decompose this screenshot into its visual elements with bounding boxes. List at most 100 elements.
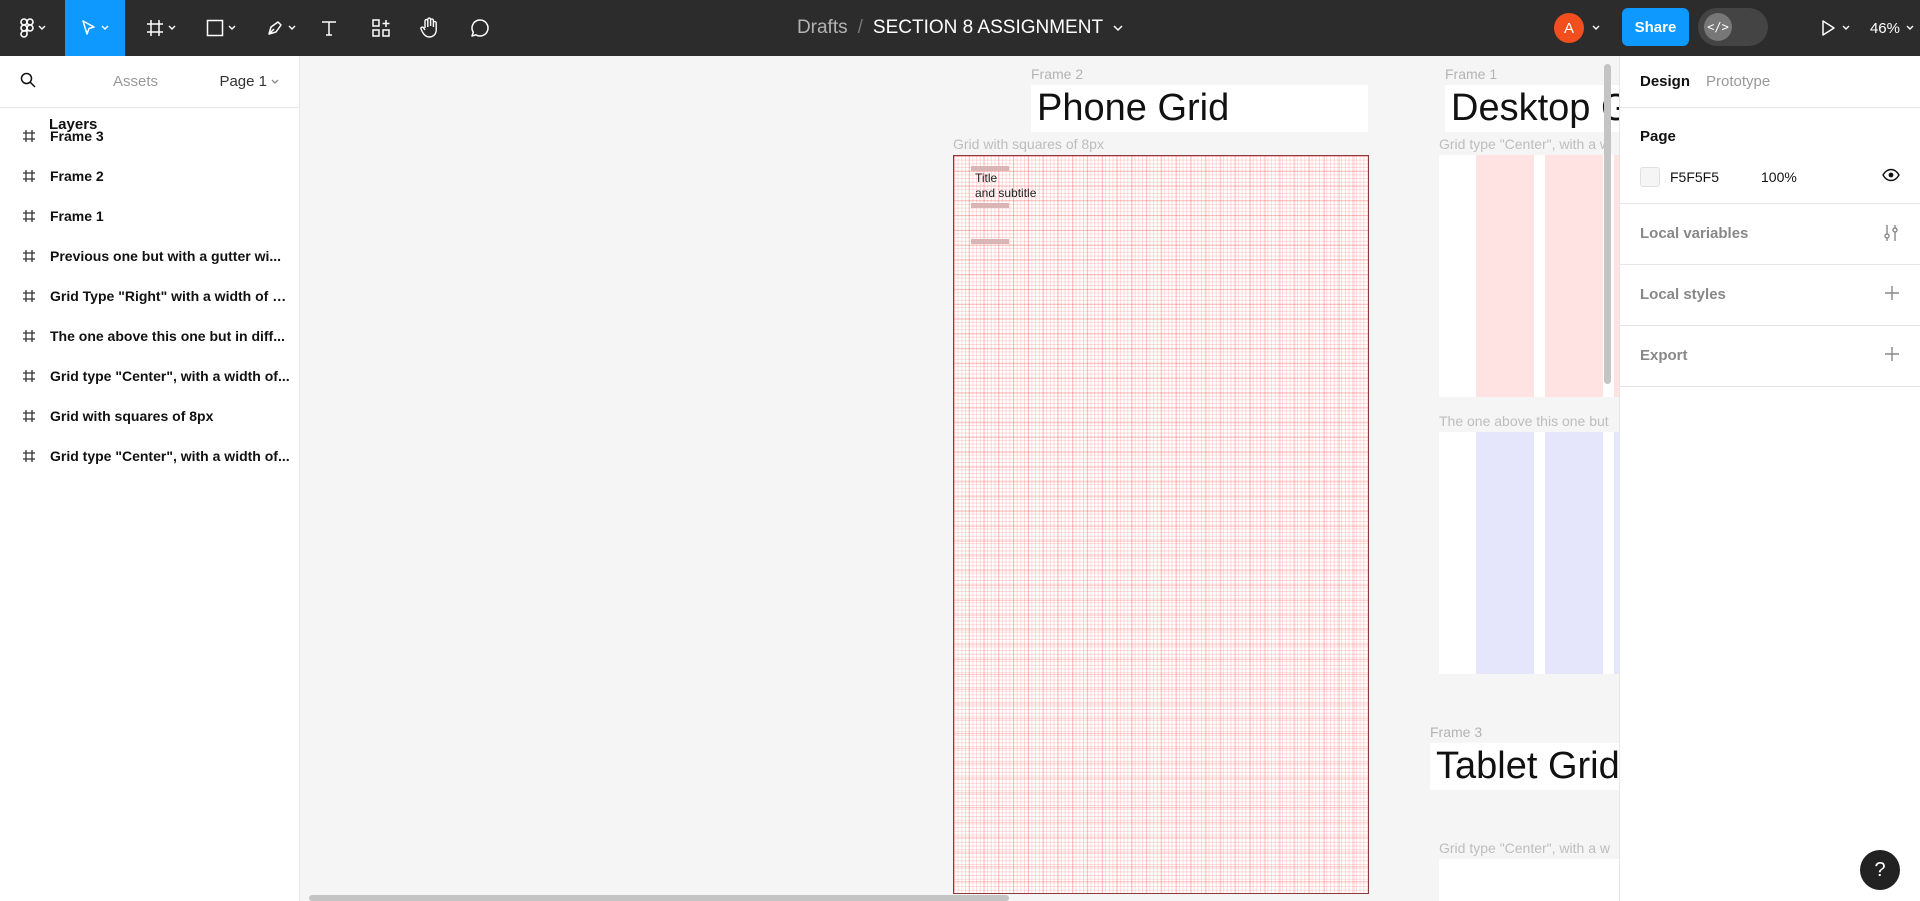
frame3-label[interactable]: Frame 3 — [1430, 724, 1482, 740]
layer-item[interactable]: Previous one but with a gutter wi... — [0, 236, 300, 276]
shape-tool-button[interactable] — [198, 0, 244, 56]
layer-item[interactable]: Frame 2 — [0, 156, 300, 196]
code-icon: </> — [1704, 13, 1732, 41]
resources-tool-button[interactable] — [366, 0, 396, 56]
text-tool-button[interactable] — [314, 0, 344, 56]
tablet-center-caption: Grid type "Center", with a w — [1439, 840, 1611, 856]
file-name[interactable]: SECTION 8 ASSIGNMENT — [873, 17, 1103, 39]
main-menu-button[interactable] — [10, 0, 56, 56]
help-button[interactable]: ? — [1860, 850, 1900, 890]
desktop-variant-grid-frame[interactable] — [1439, 432, 1619, 674]
frame-tool-button[interactable] — [138, 0, 184, 56]
desktop-variant-caption: The one above this one but — [1439, 413, 1609, 429]
grid-column — [1545, 155, 1603, 397]
page-selector[interactable]: Page 1 — [219, 73, 279, 90]
frame-hash-icon — [23, 410, 35, 422]
grid-column — [1476, 155, 1534, 397]
layer-item[interactable]: Grid Type "Right" with a width of 1... — [0, 276, 300, 316]
page-selector-label: Page 1 — [219, 73, 267, 90]
page-section: Page F5F5F5 100% — [1620, 108, 1920, 204]
layer-label: Previous one but with a gutter wi... — [50, 248, 282, 264]
tab-design[interactable]: Design — [1640, 73, 1690, 90]
eye-icon[interactable] — [1882, 168, 1900, 182]
right-panel-tabs: Design Prototype — [1620, 56, 1920, 108]
layer-item[interactable]: Grid type "Center", with a width of... — [0, 436, 300, 476]
tab-prototype[interactable]: Prototype — [1706, 73, 1770, 90]
share-button[interactable]: Share — [1622, 8, 1689, 46]
layers-panel: Layers Assets Page 1 Frame 3 Frame 2 Fra… — [0, 56, 300, 901]
comment-icon — [471, 19, 489, 37]
play-icon[interactable] — [1820, 19, 1836, 37]
phone-grid-frame[interactable]: Title and subtitle — [953, 155, 1369, 894]
frame-hash-icon — [23, 330, 35, 342]
move-tool-button[interactable] — [65, 0, 125, 56]
grid-column — [1545, 432, 1603, 674]
text-icon — [322, 21, 336, 36]
chevron-down-icon — [1842, 25, 1850, 30]
frame-hash-icon — [23, 130, 35, 142]
local-variables-section[interactable]: Local variables — [1620, 204, 1920, 265]
chevron-down-icon — [271, 79, 279, 84]
tablet-grid-frame[interactable] — [1439, 859, 1619, 901]
cursor-icon — [82, 20, 95, 35]
frame2-label[interactable]: Frame 2 — [1031, 66, 1083, 82]
layer-item[interactable]: Grid with squares of 8px — [0, 396, 300, 436]
frame-hash-icon — [147, 20, 163, 36]
frame1-label[interactable]: Frame 1 — [1445, 66, 1497, 82]
frame2-title[interactable]: Phone Grid — [1031, 85, 1368, 132]
layer-label: Frame 2 — [50, 168, 104, 184]
export-label: Export — [1640, 347, 1688, 364]
breadcrumb-separator: / — [857, 17, 863, 38]
chevron-down-icon[interactable] — [1113, 24, 1123, 32]
chevron-down-icon — [1906, 25, 1914, 30]
layer-item[interactable]: Frame 1 — [0, 196, 300, 236]
local-styles-section[interactable]: Local styles — [1620, 265, 1920, 326]
vertical-scrollbar[interactable] — [1604, 64, 1611, 384]
plus-icon[interactable] — [1884, 285, 1900, 301]
desktop-center-grid-frame[interactable] — [1439, 155, 1619, 397]
layer-label: The one above this one but in diff... — [50, 328, 285, 344]
local-styles-label: Local styles — [1640, 286, 1726, 303]
placeholder-bar — [971, 203, 1009, 208]
chevron-down-icon — [168, 25, 176, 30]
design-canvas[interactable]: Frame 2 Phone Grid Grid with squares of … — [301, 56, 1619, 901]
variables-adjust-icon[interactable] — [1882, 224, 1900, 242]
frame3-title[interactable]: Tablet Grid — [1430, 743, 1619, 790]
zoom-level: 46% — [1869, 19, 1900, 37]
layer-label: Grid type "Center", with a width of... — [50, 448, 290, 464]
horizontal-scrollbar[interactable] — [309, 895, 1009, 901]
plus-icon[interactable] — [1884, 346, 1900, 362]
comment-tool-button[interactable] — [465, 0, 495, 56]
properties-panel: Design Prototype Page F5F5F5 100% Local … — [1619, 56, 1920, 901]
rectangle-icon — [206, 19, 224, 37]
page-color-opacity[interactable]: 100% — [1761, 169, 1797, 185]
hand-icon — [420, 17, 437, 38]
toolbar: Drafts / SECTION 8 ASSIGNMENT A Share </… — [0, 0, 1920, 56]
breadcrumb-drafts-link[interactable]: Drafts — [797, 17, 848, 39]
page-color-hex[interactable]: F5F5F5 — [1670, 169, 1719, 185]
tab-assets[interactable]: Assets — [113, 73, 158, 90]
page-color-swatch[interactable] — [1640, 167, 1660, 187]
frame1-title[interactable]: Desktop G — [1445, 85, 1619, 132]
dev-mode-toggle[interactable]: </> — [1698, 8, 1768, 46]
frame-hash-icon — [23, 250, 35, 262]
phone-grid-subtitle: and subtitle — [975, 186, 1037, 200]
chevron-down-icon — [228, 25, 236, 30]
multiplayer-avatars[interactable]: A — [1548, 8, 1612, 48]
pen-tool-button[interactable] — [258, 0, 304, 56]
left-panel-tabs: Layers Assets Page 1 — [0, 56, 299, 133]
frame-hash-icon — [23, 290, 35, 302]
chevron-down-icon — [1592, 25, 1600, 30]
chevron-down-icon — [101, 25, 109, 30]
layer-item[interactable]: Frame 3 — [0, 116, 300, 156]
layer-item[interactable]: Grid type "Center", with a width of... — [0, 356, 300, 396]
zoom-control[interactable]: 46% — [1784, 0, 1914, 56]
grid-column — [1476, 432, 1534, 674]
layer-label: Grid Type "Right" with a width of 1... — [50, 288, 290, 304]
avatar: A — [1554, 13, 1584, 43]
search-icon[interactable] — [20, 72, 36, 88]
layer-item[interactable]: The one above this one but in diff... — [0, 316, 300, 356]
layer-list: Frame 3 Frame 2 Frame 1 Previous one but… — [0, 108, 300, 476]
export-section[interactable]: Export — [1620, 326, 1920, 387]
hand-tool-button[interactable] — [414, 0, 444, 56]
